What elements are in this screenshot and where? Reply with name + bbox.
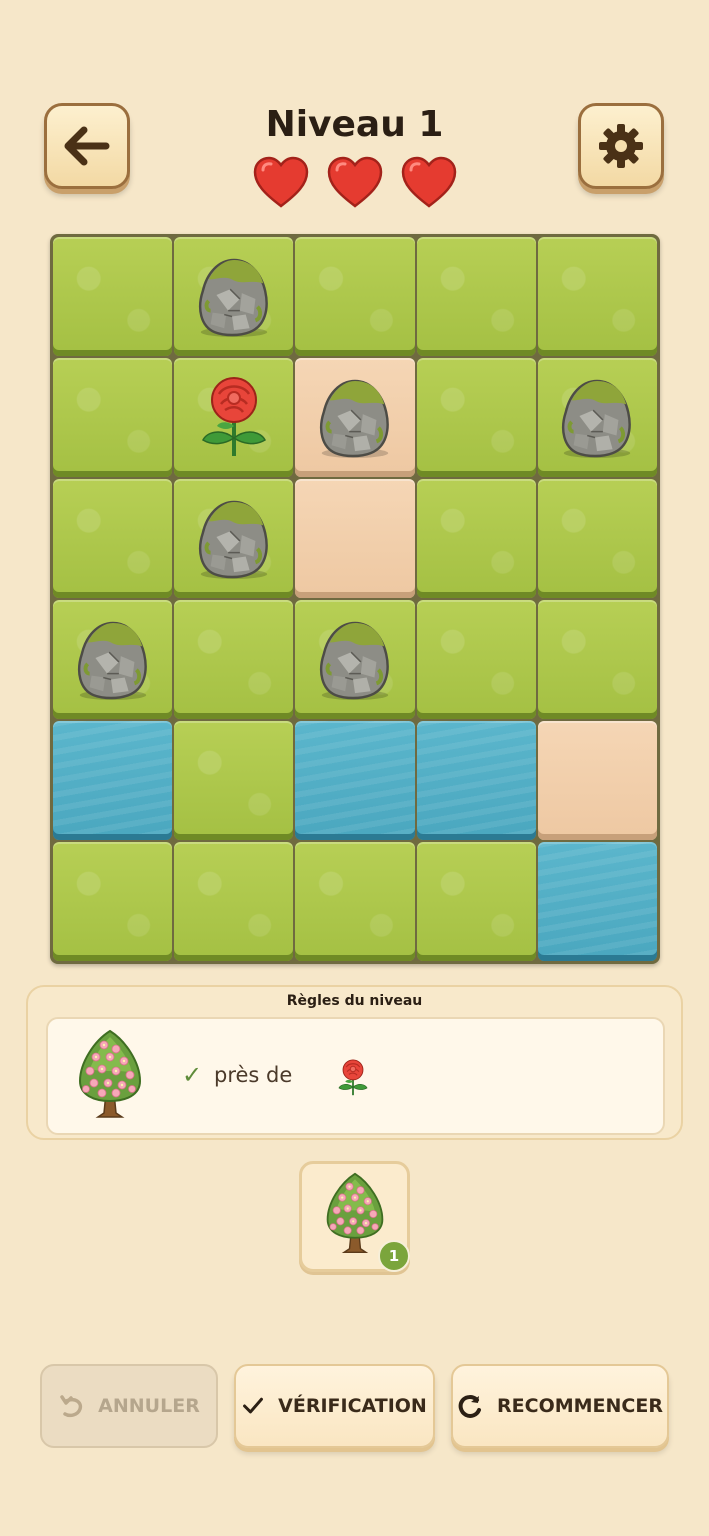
board-cell-grass[interactable] <box>53 842 173 961</box>
board-cell-grass[interactable] <box>174 600 294 719</box>
rock-icon <box>74 619 152 701</box>
undo-label: ANNULER <box>98 1395 200 1417</box>
board-cell-grass[interactable] <box>416 842 536 961</box>
board-cell-water[interactable] <box>295 721 415 840</box>
board-cell-grass[interactable] <box>174 358 294 477</box>
verify-button[interactable]: VÉRIFICATION <box>234 1364 435 1448</box>
verify-label: VÉRIFICATION <box>278 1395 427 1417</box>
restart-icon <box>458 1395 482 1418</box>
blossom-tree-icon[interactable] <box>322 1172 388 1256</box>
rock-icon <box>316 619 394 701</box>
board-cell-sand[interactable] <box>295 479 415 598</box>
board-cell-grass[interactable] <box>416 358 536 477</box>
rock-icon <box>558 377 636 459</box>
rose-icon <box>197 376 271 460</box>
heart-icon <box>401 156 457 208</box>
board-cell-grass[interactable] <box>53 600 173 719</box>
board-cell-grass[interactable] <box>53 358 173 477</box>
board-cell-grass[interactable] <box>174 721 294 840</box>
rule-relation: près de <box>214 1063 293 1087</box>
board-cell-grass[interactable] <box>537 358 657 477</box>
rock-icon <box>316 377 394 459</box>
board-cell-water[interactable] <box>53 721 173 840</box>
board-cell-grass[interactable] <box>174 237 294 356</box>
board-cell-grass[interactable] <box>416 237 536 356</box>
undo-icon <box>60 1395 83 1418</box>
rock-icon <box>195 256 273 338</box>
board-cell-sand[interactable] <box>295 358 415 477</box>
rules-title: Règles du niveau <box>286 993 423 1009</box>
gear-icon <box>599 124 643 168</box>
board-cell-grass[interactable] <box>295 600 415 719</box>
board-cell-grass[interactable] <box>537 479 657 598</box>
rules-panel: Règles du niveau ✓ près de <box>26 985 683 1140</box>
board-cell-grass[interactable] <box>295 842 415 961</box>
blossom-tree-icon <box>74 1029 146 1121</box>
board-cell-grass[interactable] <box>174 479 294 598</box>
rule-card: ✓ près de <box>46 1017 665 1135</box>
check-icon: ✓ <box>182 1061 203 1089</box>
heart-icon <box>327 156 383 208</box>
board-cell-grass[interactable] <box>416 479 536 598</box>
board-cell-grass[interactable] <box>174 842 294 961</box>
undo-button[interactable]: ANNULER <box>40 1364 218 1448</box>
rose-icon <box>336 1059 370 1097</box>
board-cell-water[interactable] <box>416 721 536 840</box>
board-cell-water[interactable] <box>537 842 657 961</box>
settings-button[interactable] <box>578 103 664 189</box>
restart-button[interactable]: RECOMMENCER <box>451 1364 669 1448</box>
board-cell-grass[interactable] <box>53 237 173 356</box>
board-cell-grass[interactable] <box>416 600 536 719</box>
rock-icon <box>195 498 273 580</box>
board-cell-grass[interactable] <box>53 479 173 598</box>
restart-label: RECOMMENCER <box>497 1395 663 1417</box>
heart-icon <box>253 156 309 208</box>
game-board <box>50 234 660 964</box>
count-badge: 1 <box>378 1240 410 1272</box>
inventory-slot[interactable]: 1 <box>299 1161 410 1272</box>
board-cell-grass[interactable] <box>295 237 415 356</box>
board-cell-sand[interactable] <box>537 721 657 840</box>
checkmark-icon <box>243 1397 264 1414</box>
board-cell-grass[interactable] <box>537 600 657 719</box>
board-cell-grass[interactable] <box>537 237 657 356</box>
